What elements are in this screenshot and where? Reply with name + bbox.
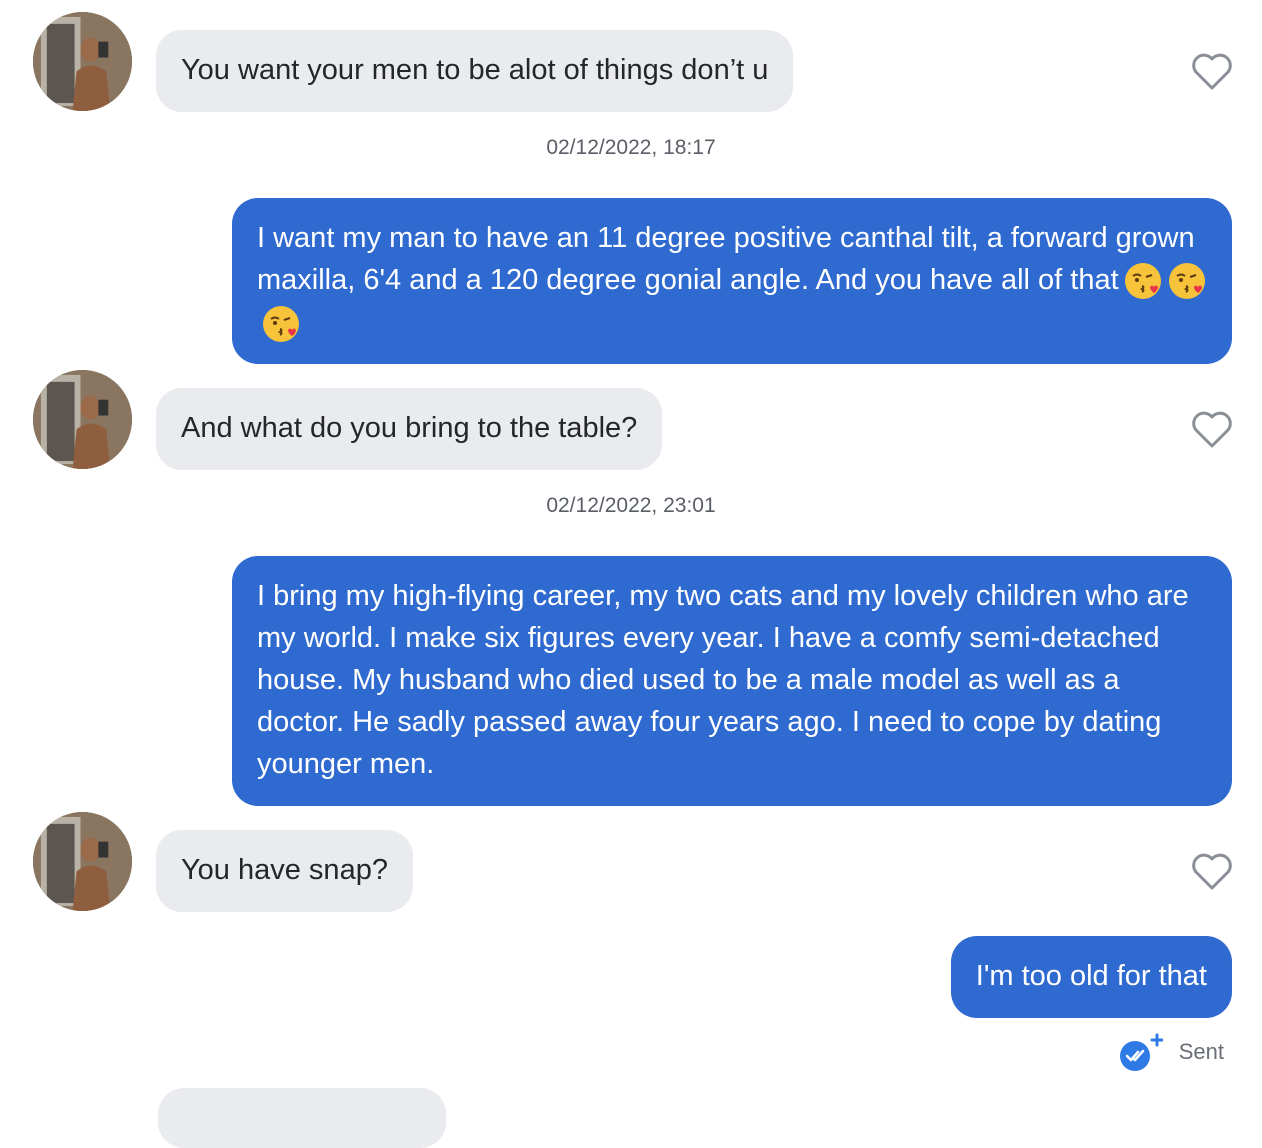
incoming-message-bubble[interactable]: And what do you bring to the table? [156, 388, 663, 470]
message-timestamp: 02/12/2022, 23:01 [546, 494, 716, 517]
incoming-message-bubble-partial[interactable] [158, 1088, 446, 1148]
like-heart-icon[interactable] [1190, 410, 1234, 450]
avatar[interactable] [33, 12, 132, 111]
message-text: I'm too old for that [975, 960, 1207, 992]
message-timestamp: 02/12/2022, 18:17 [546, 136, 716, 159]
incoming-message-bubble[interactable]: You want your men to be alot of things d… [156, 30, 794, 112]
kissing-heart-emoji [261, 304, 301, 344]
double-check-icon [1119, 1033, 1163, 1071]
message-status: Sent [1119, 1032, 1224, 1072]
kissing-heart-emoji [1167, 261, 1207, 301]
outgoing-message-bubble[interactable]: I'm too old for that [950, 936, 1232, 1018]
message-text: I bring my high-flying career, my two ca… [257, 580, 1189, 780]
incoming-message-bubble[interactable]: You have snap? [156, 830, 413, 912]
kissing-heart-emoji [1123, 261, 1163, 301]
message-text: You want your men to be alot of things d… [181, 54, 769, 86]
like-heart-icon[interactable] [1190, 852, 1234, 892]
outgoing-message-bubble[interactable]: I want my man to have an 11 degree posit… [232, 198, 1232, 364]
sent-label: Sent [1178, 1039, 1224, 1064]
avatar[interactable] [33, 812, 132, 911]
message-text: And what do you bring to the table? [181, 412, 638, 444]
like-heart-icon[interactable] [1190, 52, 1234, 92]
message-text: You have snap? [181, 854, 388, 886]
avatar[interactable] [33, 370, 132, 469]
message-text: I want my man to have an 11 degree posit… [257, 222, 1195, 296]
outgoing-message-bubble[interactable]: I bring my high-flying career, my two ca… [232, 556, 1232, 806]
